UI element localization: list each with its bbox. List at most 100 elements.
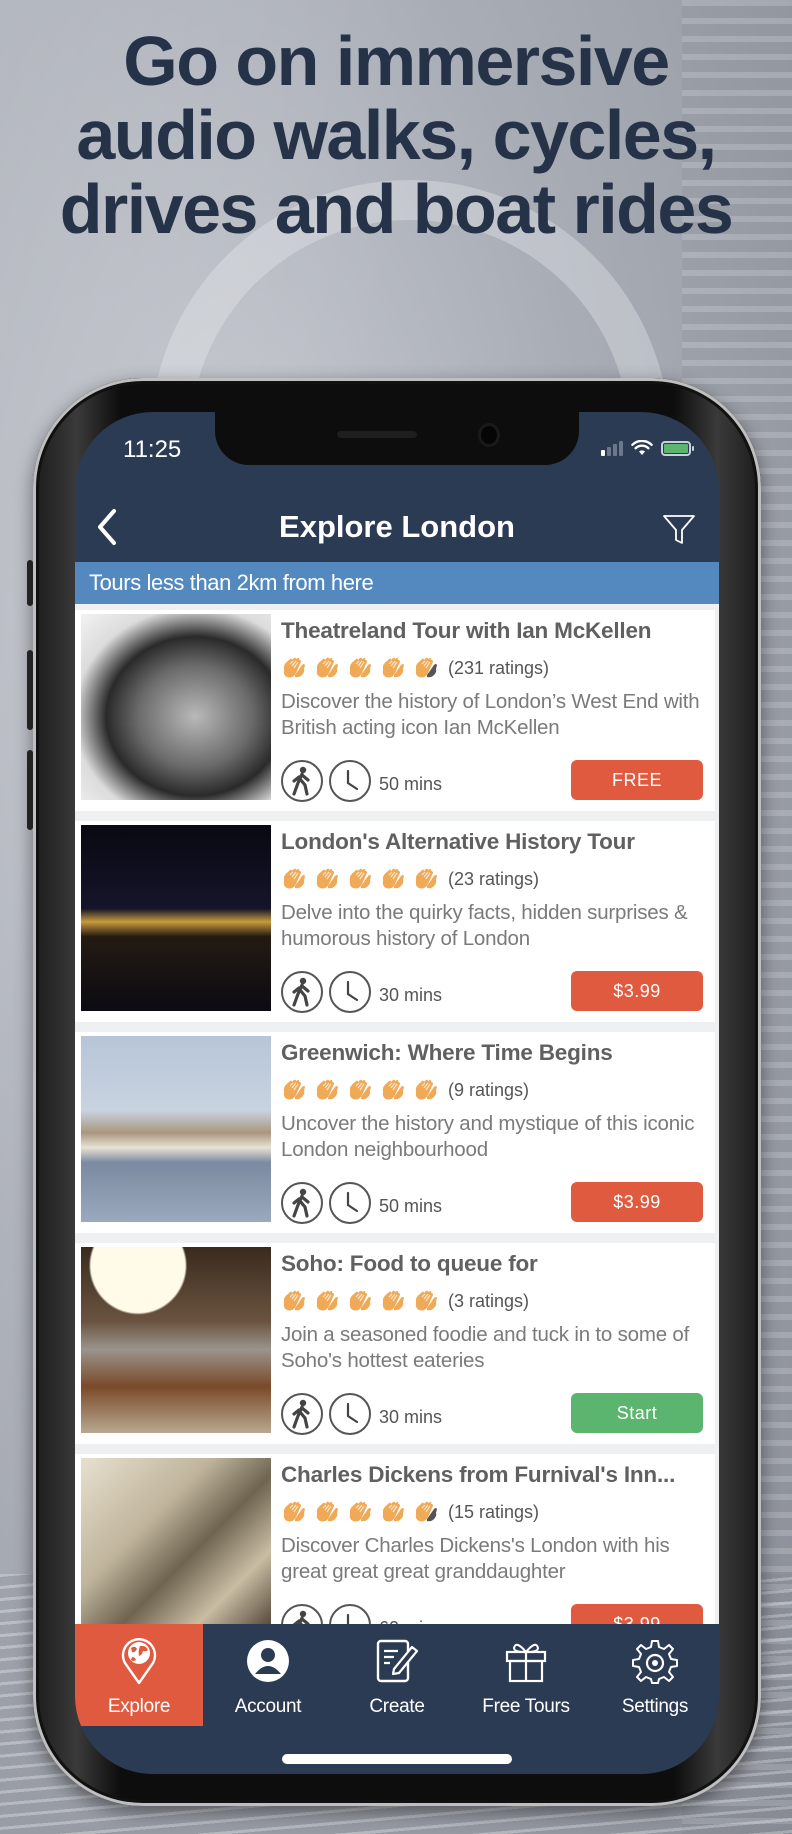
rating-count: (23 ratings) <box>448 868 540 889</box>
tab-settings[interactable]: Settings <box>591 1624 719 1726</box>
walking-person-icon <box>281 971 323 1013</box>
tour-title: Theatreland Tour with Ian McKellen <box>281 618 652 643</box>
clap-full-icon <box>382 1290 404 1311</box>
tour-duration: 30 mins <box>379 1406 443 1427</box>
tab-label: Explore <box>107 1696 171 1717</box>
tour-card[interactable]: London's Alternative History Tour (23 ra… <box>75 821 715 1022</box>
user-circle-icon <box>243 1636 293 1686</box>
tour-duration: 30 mins <box>379 984 443 1005</box>
rating-count: (9 ratings) <box>448 1079 530 1100</box>
tab-label: Free Tours <box>482 1696 570 1717</box>
tour-description: Discover the history of London’s West En… <box>281 690 700 739</box>
buy-tour-button[interactable]: $3.99 <box>571 971 703 1011</box>
tour-info: Charles Dickens from Furnival's Inn... (… <box>281 1462 705 1585</box>
rating-row: (231 ratings) <box>281 654 705 682</box>
tour-list[interactable]: Theatreland Tour with Ian McKellen (231 … <box>75 604 719 1624</box>
clap-full-icon <box>316 1079 338 1100</box>
headline-line: Go on immersive <box>123 22 670 100</box>
tour-thumbnail <box>81 614 271 800</box>
globe-pin-icon <box>114 1636 164 1686</box>
clap-rating <box>281 656 446 680</box>
walking-person-icon <box>281 760 323 802</box>
phone-screen: 11:25 Explore London Tours less than 2km… <box>75 412 719 1774</box>
tab-label: Create <box>369 1696 425 1717</box>
filter-button[interactable] <box>661 511 697 547</box>
edit-document-icon <box>372 1636 422 1686</box>
clap-full-icon <box>349 1290 371 1311</box>
tour-info: Greenwich: Where Time Begins (9 ratings)… <box>281 1040 705 1163</box>
tour-title: Greenwich: Where Time Begins <box>281 1040 613 1065</box>
buy-tour-button[interactable]: FREE <box>571 760 703 800</box>
rating-row: (15 ratings) <box>281 1498 705 1526</box>
clock-icon <box>329 1393 371 1435</box>
tour-thumbnail <box>81 1036 271 1222</box>
tour-info: Theatreland Tour with Ian McKellen (231 … <box>281 618 705 741</box>
rating-count: (3 ratings) <box>448 1290 530 1311</box>
tab-account[interactable]: Account <box>204 1624 332 1726</box>
clap-full-icon <box>316 1290 338 1311</box>
phone-silent-switch <box>27 560 33 606</box>
walking-person-icon <box>281 1393 323 1435</box>
clap-half-icon <box>415 1501 437 1522</box>
rating-count: (231 ratings) <box>448 657 550 678</box>
tour-info: London's Alternative History Tour (23 ra… <box>281 829 705 952</box>
clap-full-icon <box>382 1079 404 1100</box>
tour-description: Discover Charles Dickens's London with h… <box>281 1534 670 1583</box>
headline-line: audio walks, cycles, <box>76 96 717 174</box>
tab-create[interactable]: Create <box>333 1624 461 1726</box>
clap-full-icon <box>382 868 404 889</box>
tour-thumbnail <box>81 825 271 1011</box>
bottom-tab-bar: Explore Account Create Free Tours Settin… <box>75 1624 719 1774</box>
tour-card[interactable]: Soho: Food to queue for (3 ratings) Join… <box>75 1243 715 1444</box>
tour-thumbnail <box>81 1247 271 1433</box>
clap-full-icon <box>316 868 338 889</box>
clap-full-icon <box>415 868 437 889</box>
tour-description: Uncover the history and mystique of this… <box>281 1112 695 1161</box>
distance-banner: Tours less than 2km from here <box>75 562 719 604</box>
clap-full-icon <box>349 1079 371 1100</box>
clap-full-icon <box>283 657 305 678</box>
tour-description: Join a seasoned foodie and tuck in to so… <box>281 1323 690 1372</box>
clap-full-icon <box>415 1290 437 1311</box>
start-tour-button[interactable]: Start <box>571 1393 703 1433</box>
filter-funnel-icon <box>663 515 695 544</box>
tour-card[interactable]: Greenwich: Where Time Begins (9 ratings)… <box>75 1032 715 1233</box>
gear-icon <box>630 1636 680 1686</box>
tour-duration: 50 mins <box>379 1195 443 1216</box>
notch <box>215 412 579 465</box>
tour-meta: 50 mins <box>281 1182 442 1224</box>
gift-icon <box>501 1636 551 1686</box>
tab-label: Settings <box>621 1696 689 1717</box>
clock-icon <box>329 760 371 802</box>
tour-description: Delve into the quirky facts, hidden surp… <box>281 901 688 950</box>
clap-full-icon <box>283 868 305 889</box>
clap-full-icon <box>349 1501 371 1522</box>
clap-rating <box>281 867 446 891</box>
buy-tour-button[interactable]: $3.99 <box>571 1604 703 1624</box>
tour-card[interactable]: Charles Dickens from Furnival's Inn... (… <box>75 1454 715 1624</box>
tab-label: Account <box>234 1696 302 1717</box>
status-time: 11:25 <box>123 436 182 463</box>
tour-thumbnail <box>81 1458 271 1624</box>
home-indicator[interactable] <box>282 1754 512 1764</box>
clap-full-icon <box>283 1079 305 1100</box>
tour-card[interactable]: Theatreland Tour with Ian McKellen (231 … <box>75 610 715 811</box>
navigation-bar: Explore London <box>75 497 719 557</box>
tab-free-tours[interactable]: Free Tours <box>462 1624 590 1726</box>
clock-icon <box>329 1182 371 1224</box>
status-icons <box>601 440 694 456</box>
clock-icon <box>329 1604 371 1624</box>
buy-tour-button[interactable]: $3.99 <box>571 1182 703 1222</box>
promo-headline: Go on immersive audio walks, cycles, dri… <box>0 24 792 246</box>
clap-full-icon <box>349 868 371 889</box>
speaker-grille <box>337 431 417 438</box>
walking-person-icon <box>281 1182 323 1224</box>
wifi-icon <box>631 440 653 455</box>
battery-icon <box>661 440 694 456</box>
tour-meta: 30 mins <box>281 1393 442 1435</box>
page-title: Explore London <box>279 509 515 544</box>
tab-explore[interactable]: Explore <box>75 1624 203 1726</box>
battery-fill <box>664 443 688 453</box>
headline-line: drives and boat rides <box>59 170 734 248</box>
clap-full-icon <box>316 657 338 678</box>
